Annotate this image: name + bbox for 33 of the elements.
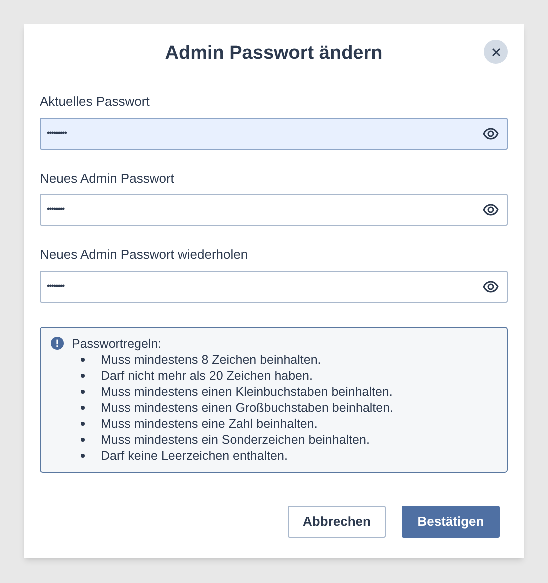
bullet-icon — [81, 422, 85, 426]
password-value: •••••••• — [47, 280, 64, 293]
password-value: ••••••••• — [47, 126, 66, 140]
rules-title: Passwortregeln: — [72, 336, 163, 352]
field-label: Neues Admin Passwort wiederholen — [40, 246, 250, 264]
rule-text: Darf keine Leerzeichen enthalten. — [101, 448, 288, 464]
cancel-button[interactable]: Abbrechen — [288, 506, 386, 538]
password-field[interactable]: •••••••• — [40, 270, 508, 302]
dialog-title: Admin Passwort ändern — [165, 42, 383, 66]
field-label: Neues Admin Passwort — [40, 170, 176, 188]
bullet-icon — [81, 454, 85, 458]
field-label: Aktuelles Passwort — [40, 93, 151, 111]
password-field[interactable]: ••••••••• — [40, 118, 508, 150]
bullet-icon — [81, 358, 85, 362]
close-button[interactable] — [484, 40, 508, 64]
password-field[interactable]: •••••••• — [40, 194, 508, 226]
bullet-icon — [81, 374, 85, 378]
rule-text: Muss mindestens 8 Zeichen beinhalten. — [101, 352, 322, 368]
rule-text: Muss mindestens einen Großbuchstaben beinhalten. — [101, 400, 394, 416]
rule-text: Muss mindestens eine Zahl beinhalten. — [101, 416, 318, 432]
confirm-button[interactable]: Bestätigen — [402, 506, 500, 538]
bullet-icon — [81, 438, 85, 442]
rule-text: Muss mindestens ein Sonderzeichen beinhalten. — [101, 432, 370, 448]
show-password-icon[interactable] — [483, 280, 499, 292]
show-password-icon[interactable] — [483, 128, 499, 140]
bullet-icon — [81, 406, 85, 410]
show-password-icon[interactable] — [483, 204, 499, 216]
info-icon — [51, 336, 64, 350]
rule-text: Darf nicht mehr als 20 Zeichen haben. — [101, 368, 313, 384]
bullet-icon — [81, 390, 85, 394]
password-value: •••••••• — [47, 203, 64, 216]
close-icon — [492, 48, 500, 56]
rule-text: Muss mindestens einen Kleinbuchstaben beinhalten. — [101, 384, 393, 400]
